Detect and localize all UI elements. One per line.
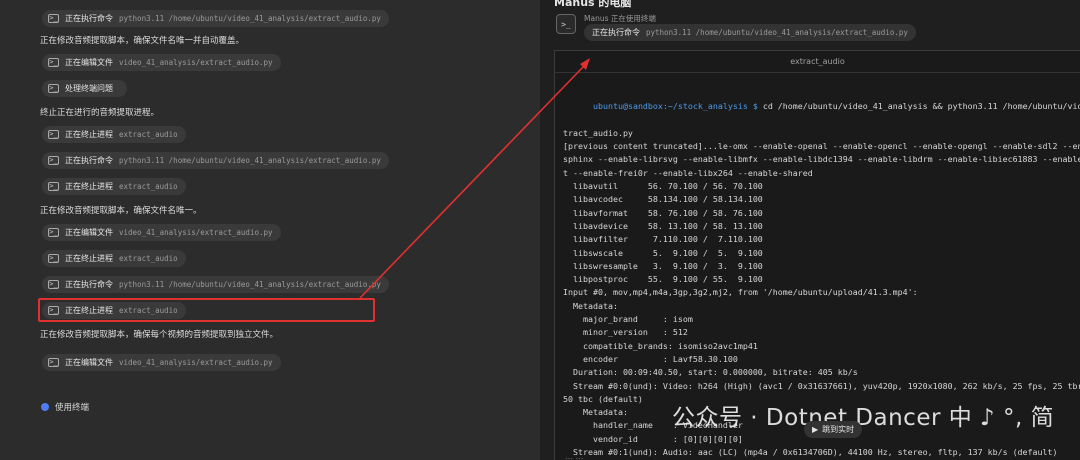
using-terminal-label: 使用终端 [55,403,90,413]
terminal-line: encoder : Lavf58.30.100 [563,353,738,364]
terminal-icon: >_ [48,358,59,367]
terminal-icon: >_ [48,182,59,191]
action-chip[interactable]: >_ 正在终止进程 extract_audio [42,178,186,195]
status-note: 正在修改音频提取脚本，确保每个视频的音频提取到独立文件。 [40,330,279,340]
terminal-line: Stream #0:0(und): Video: h264 (High) (av… [563,380,1080,391]
action-chip[interactable]: >_ 正在编辑文件 video_41_analysis/extract_audio.… [42,354,281,371]
action-label: 处理终端问题 [65,84,113,93]
action-label: 正在终止进程 [65,182,113,191]
action-chip[interactable]: >_ 正在执行命令 python3.11 /home/ubuntu/video_41… [42,152,389,169]
terminal-icon: >_ [48,130,59,139]
action-chip[interactable]: >_ 处理终端问题 [42,80,127,97]
terminal-line: Duration: 00:09:40.50, start: 0.000000, … [563,367,858,378]
terminal-line: Input #0, mov,mp4,m4a,3gp,3g2,mj2, from … [563,287,918,298]
terminal-icon: >_ [48,156,59,165]
action-label: 正在编辑文件 [65,58,113,67]
terminal-line: libswresample 3. 9.100 / 3. 9.100 [563,260,763,271]
terminal-line: tract_audio.py [563,127,633,138]
action-label: 正在执行命令 [65,156,113,165]
terminal-line: sphinx --enable-librsvg --enable-libmfx … [563,154,1080,165]
action-arg: video_41_analysis/extract_audio.py [119,58,273,67]
terminal-line: Stream #0:1(und): Audio: aac (LC) (mp4a … [563,447,1058,458]
action-label: 正在编辑文件 [65,358,113,367]
action-chip[interactable]: >_ 正在执行命令 python3.11 /home/ubuntu/video_41… [42,276,389,293]
action-arg: video_41_analysis/extract_audio.py [119,228,273,237]
action-label: 正在终止进程 [65,254,113,263]
terminal-icon: >_ [48,254,59,263]
terminal-icon: >_ [48,58,59,67]
action-label: 正在执行命令 [65,280,113,289]
terminal-line: [previous content truncated]...le-omx --… [563,141,1080,152]
terminal-line: libavcodec 58.134.100 / 58.134.100 [563,194,763,205]
terminal-line: libswscale 5. 9.100 / 5. 9.100 [563,247,763,258]
bottom-hint: … … [565,452,584,460]
action-chip[interactable]: >_ 正在终止进程 extract_audio [42,250,186,267]
terminal-icon: >_ [48,14,59,23]
action-arg: python3.11 /home/ubuntu/video_41_analysi… [119,14,381,23]
current-command-arg: python3.11 /home/ubuntu/video_41_analysi… [646,28,908,37]
chat-panel: >_ 正在执行命令 python3.11 /home/ubuntu/video_41… [0,0,540,460]
computer-panel: Manus 的电脑 >_ Manus 正在使用终端 正在执行命令 python3… [540,0,1080,460]
panel-title: Manus 的电脑 [554,0,632,9]
action-arg: extract_audio [119,130,178,139]
watermark: 公众号 · Dotnet Dancer 中 ♪ °, 简 [672,405,1055,431]
action-arg: extract_audio [119,254,178,263]
action-chip[interactable]: >_ 正在编辑文件 video_41_analysis/extract_audio.… [42,54,281,71]
terminal-line: minor_version : 512 [563,327,688,338]
jump-to-live-button[interactable]: ▶ 跳到实时 [804,421,863,438]
status-note: 终止正在进行的音频提取进程。 [40,108,160,118]
play-icon: ▶ [812,425,819,434]
terminal-prompt: ubuntu@sandbox:~/stock_analysis $ [592,101,758,112]
action-arg: python3.11 /home/ubuntu/video_41_analysi… [119,280,381,289]
action-chip[interactable]: >_ 正在编辑文件 video_41_analysis/extract_audio.… [42,224,281,241]
terminal-line: libavformat 58. 76.100 / 58. 76.100 [563,207,763,218]
status-note: 正在修改音频提取脚本，确保文件名唯一并自动覆盖。 [40,36,245,46]
action-label: 正在编辑文件 [65,228,113,237]
action-label: 正在终止进程 [65,130,113,139]
status-note: 正在修改音频提取脚本，确保文件名唯一。 [40,206,202,216]
terminal-icon: >_ [48,228,59,237]
action-arg: python3.11 /home/ubuntu/video_41_analysi… [119,156,381,165]
terminal-line: Metadata: [563,300,618,311]
jump-to-live-label: 跳到实时 [822,425,855,434]
highlight-box [38,298,375,322]
current-command-label: 正在执行命令 [592,28,640,37]
terminal-line: libavutil 56. 70.100 / 56. 70.100 [563,181,763,192]
action-arg: extract_audio [119,182,178,191]
terminal-command: cd /home/ubuntu/video_41_analysis && pyt… [762,101,1080,112]
terminal-line: t --enable-frei0r --enable-libx264 --ena… [563,167,813,178]
terminal-icon: >_ [556,14,576,34]
terminal-icon: >_ [48,280,59,289]
terminal-line: libavdevice 58. 13.100 / 58. 13.100 [563,220,763,231]
terminal-line: libavfilter 7.110.100 / 7.110.100 [563,234,763,245]
terminal-line: compatible_brands: isomiso2avc1mp41 [563,340,758,351]
current-command-chip[interactable]: 正在执行命令 python3.11 /home/ubuntu/video_41_… [584,24,916,41]
panel-status: Manus 正在使用终端 [584,14,656,23]
terminal-line: libpostproc 55. 9.100 / 55. 9.100 [563,274,763,285]
terminal-icon: >_ [48,84,59,93]
action-arg: video_41_analysis/extract_audio.py [119,358,273,367]
action-chip[interactable]: >_ 正在执行命令 python3.11 /home/ubuntu/video_41… [42,10,389,27]
action-label: 正在执行命令 [65,14,113,23]
action-chip[interactable]: >_ 正在终止进程 extract_audio [42,126,186,143]
terminal-line: major_brand : isom [563,314,693,325]
status-dot-icon [41,403,49,411]
terminal-title: extract_audio [555,51,1080,73]
